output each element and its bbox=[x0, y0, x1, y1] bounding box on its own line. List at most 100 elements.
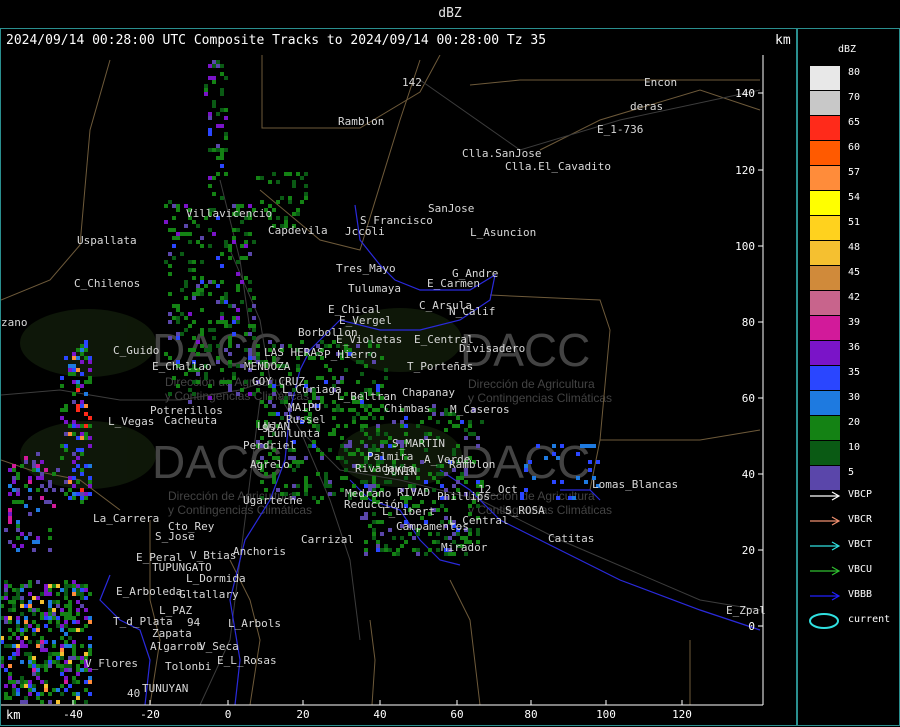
town-label: Ramblon bbox=[449, 458, 495, 471]
town-label: Perdriel bbox=[243, 439, 296, 452]
town-label: 12_Oct bbox=[478, 483, 518, 496]
legend-label: 30 bbox=[848, 392, 861, 403]
town-label: Encon bbox=[644, 76, 677, 89]
town-label: E_Zpal bbox=[726, 604, 766, 617]
legend-title: dBZ bbox=[838, 44, 857, 55]
town-label: Tulumaya bbox=[348, 282, 401, 295]
town-label: L_Libert bbox=[382, 505, 435, 518]
legend-swatch bbox=[810, 391, 840, 415]
y-tick-label: 60 bbox=[742, 392, 755, 405]
town-label: P_Hierro bbox=[324, 348, 377, 361]
track-label: VBCR bbox=[848, 514, 873, 525]
y-tick-label: 140 bbox=[735, 87, 755, 100]
town-label: Catitas bbox=[548, 532, 594, 545]
radar-map[interactable]: DACC DACC DACC DACC Dirección de Agricul… bbox=[0, 0, 900, 727]
town-label: Clla.El_Cavadito bbox=[505, 160, 611, 173]
town-label: Algarrob bbox=[150, 640, 203, 653]
legend-label: 60 bbox=[848, 142, 861, 153]
town-label: Capdevila bbox=[268, 224, 328, 237]
legend-swatch bbox=[810, 91, 840, 115]
town-label: E_1-736 bbox=[597, 123, 643, 136]
town-label: C_Guido bbox=[113, 344, 159, 357]
track-arrow-icon bbox=[810, 516, 841, 526]
town-label: Tres_Mayo bbox=[336, 262, 396, 275]
town-label: zano bbox=[1, 316, 28, 329]
town-label: S_Jose bbox=[155, 530, 195, 543]
legend-label: 57 bbox=[848, 167, 861, 178]
town-label: E_L_Rosas bbox=[217, 654, 277, 667]
y-axis-unit: km bbox=[775, 33, 791, 48]
track-label: VBBB bbox=[848, 589, 873, 600]
town-label: Cacheuta bbox=[164, 414, 217, 427]
town-label: E_Challao bbox=[152, 360, 212, 373]
track-legend-item: VBCT bbox=[808, 536, 898, 556]
town-label: Jccoli bbox=[345, 225, 385, 238]
legend-swatch bbox=[810, 416, 840, 440]
legend-label: 5 bbox=[848, 467, 855, 478]
town-label: JUNIN bbox=[384, 465, 417, 478]
x-axis-unit: km bbox=[6, 708, 21, 722]
town-label: L_Dormida bbox=[186, 572, 246, 585]
track-legend-item: VBCR bbox=[808, 511, 898, 531]
x-tick-label: 40 bbox=[373, 708, 386, 721]
legend-swatch bbox=[810, 441, 840, 465]
town-label: M_Caseros bbox=[450, 403, 510, 416]
track-arrow-icon bbox=[810, 566, 841, 576]
legend-label: 54 bbox=[848, 192, 861, 203]
town-label: Clla.SanJose bbox=[462, 147, 541, 160]
town-label: Russel bbox=[286, 413, 326, 426]
town-label: Gltallary bbox=[179, 588, 239, 601]
x-tick-label: 80 bbox=[524, 708, 537, 721]
department-boundaries bbox=[1, 55, 761, 705]
legend-swatch bbox=[810, 141, 840, 165]
legend-swatch bbox=[810, 66, 840, 90]
town-label: Chapanay bbox=[402, 386, 455, 399]
y-tick-label: 20 bbox=[742, 544, 755, 557]
legend-label: 48 bbox=[848, 242, 861, 253]
y-tick-label: 40 bbox=[742, 468, 755, 481]
town-label: Tolonbi bbox=[165, 660, 211, 673]
track-arrow-icon bbox=[810, 491, 841, 501]
legend-swatch bbox=[810, 116, 840, 140]
town-label: Mirador bbox=[441, 541, 488, 554]
town-label: C_Chilenos bbox=[74, 277, 140, 290]
y-tick-label: 100 bbox=[735, 240, 755, 253]
composite-header: 2024/09/14 00:28:00 UTC Composite Tracks… bbox=[6, 33, 547, 48]
town-label: La_Carrera bbox=[93, 512, 159, 525]
legend-swatch bbox=[810, 191, 840, 215]
town-label: V_Flores bbox=[85, 657, 138, 670]
town-label: 94 bbox=[187, 616, 201, 629]
y-tick-label: 0 bbox=[748, 620, 755, 633]
town-label: Agrelo bbox=[250, 458, 290, 471]
town-label: TUNUYAN bbox=[142, 682, 188, 695]
legend-label: 51 bbox=[848, 217, 861, 228]
town-label: Zapata bbox=[152, 627, 192, 640]
legend-swatch bbox=[810, 241, 840, 265]
track-label: VBCU bbox=[848, 564, 873, 575]
town-label: L_Curiaga bbox=[282, 383, 342, 396]
town-label: S_ROSA bbox=[505, 504, 545, 517]
track-legend-item: VBCP bbox=[808, 486, 898, 506]
legend-label: 70 bbox=[848, 92, 861, 103]
track-arrow-icon bbox=[810, 541, 841, 551]
legend-label: 65 bbox=[848, 117, 861, 128]
town-label: Campamentos bbox=[396, 520, 469, 533]
legend-swatch bbox=[810, 341, 840, 365]
x-tick-label: 0 bbox=[225, 708, 232, 721]
x-tick-label: -20 bbox=[140, 708, 160, 721]
track-label: VBCT bbox=[848, 539, 873, 550]
legend-label: 35 bbox=[848, 367, 861, 378]
legend-label: 10 bbox=[848, 442, 861, 453]
legend-swatch bbox=[810, 316, 840, 340]
town-label: Ramblon bbox=[338, 115, 384, 128]
legend-label: 20 bbox=[848, 417, 861, 428]
legend-label: 39 bbox=[848, 317, 861, 328]
town-label: Carrizal bbox=[301, 533, 354, 546]
legend-swatch bbox=[810, 166, 840, 190]
town-label: N_Calif bbox=[449, 305, 495, 318]
legend-label: 80 bbox=[848, 67, 861, 78]
x-tick-label: 20 bbox=[296, 708, 309, 721]
town-label: Villavicencio bbox=[186, 207, 272, 220]
town-label: T_Porteñas bbox=[407, 360, 473, 373]
x-tick-label: 120 bbox=[672, 708, 692, 721]
